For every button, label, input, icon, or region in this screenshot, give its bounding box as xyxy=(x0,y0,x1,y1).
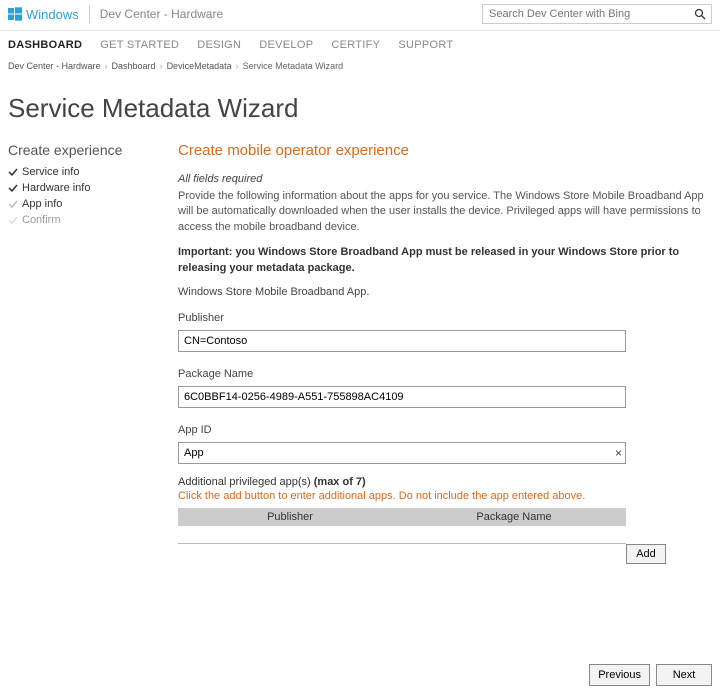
section-title: Create mobile operator experience xyxy=(178,142,712,159)
clear-icon[interactable]: × xyxy=(615,446,622,460)
step-label: App info xyxy=(22,198,62,210)
publisher-input[interactable] xyxy=(178,330,626,352)
step-label: Hardware info xyxy=(22,182,90,194)
windows-icon xyxy=(8,7,22,21)
search-input[interactable] xyxy=(483,6,689,22)
subnote: Windows Store Mobile Broadband App. xyxy=(178,286,712,298)
crumb-current: Service Metadata Wizard xyxy=(243,61,344,71)
crumb-devicemetadata[interactable]: DeviceMetadata xyxy=(167,61,232,71)
additional-apps-hint: Click the add button to enter additional… xyxy=(178,490,712,502)
step-app-info[interactable]: App info xyxy=(8,196,178,212)
nav-design[interactable]: DESIGN xyxy=(197,39,241,51)
logo-text: Windows xyxy=(26,7,79,22)
footer: Previous Next xyxy=(0,664,720,696)
additional-apps-table: Publisher Package Name xyxy=(178,508,626,545)
additional-apps-label: Additional privileged app(s) (max of 7) xyxy=(178,476,712,488)
nav-certify[interactable]: CERTIFY xyxy=(331,39,380,51)
publisher-label: Publisher xyxy=(178,312,712,324)
col-package-name: Package Name xyxy=(402,508,626,526)
intro-text: Provide the following information about … xyxy=(178,189,712,235)
search-box xyxy=(482,4,712,24)
breadcrumb: Dev Center - Hardware › Dashboard › Devi… xyxy=(0,57,720,77)
sidebar-title: Create experience xyxy=(8,142,178,158)
sidebar: Create experience Service info Hardware … xyxy=(8,142,178,564)
nav-develop[interactable]: DEVELOP xyxy=(259,39,313,51)
primary-nav: DASHBOARD GET STARTED DESIGN DEVELOP CER… xyxy=(0,31,720,57)
crumb-dev-center[interactable]: Dev Center - Hardware xyxy=(8,61,101,71)
step-label: Confirm xyxy=(22,214,61,226)
top-bar: Windows Dev Center - Hardware xyxy=(0,0,720,31)
crumb-sep: › xyxy=(236,61,239,71)
wizard-steps: Service info Hardware info App info Conf… xyxy=(8,164,178,228)
app-id-input[interactable] xyxy=(178,442,626,464)
package-name-label: Package Name xyxy=(178,368,712,380)
search-button[interactable] xyxy=(689,5,711,23)
crumb-dashboard[interactable]: Dashboard xyxy=(112,61,156,71)
package-name-input[interactable] xyxy=(178,386,626,408)
windows-logo[interactable]: Windows xyxy=(8,7,79,22)
step-label: Service info xyxy=(22,166,79,178)
check-icon xyxy=(8,199,18,209)
step-confirm[interactable]: Confirm xyxy=(8,212,178,228)
check-icon xyxy=(8,183,18,193)
search-icon xyxy=(694,8,706,20)
nav-support[interactable]: SUPPORT xyxy=(398,39,453,51)
header-divider xyxy=(89,5,90,23)
check-icon xyxy=(8,215,18,225)
portal-name[interactable]: Dev Center - Hardware xyxy=(100,7,223,21)
col-publisher: Publisher xyxy=(178,508,402,526)
required-note: All fields required xyxy=(178,173,712,185)
add-button[interactable]: Add xyxy=(626,544,666,564)
important-note: Important: you Windows Store Broadband A… xyxy=(178,245,712,276)
table-row xyxy=(178,526,626,544)
nav-dashboard[interactable]: DASHBOARD xyxy=(8,39,82,51)
main-content: Create mobile operator experience All fi… xyxy=(178,142,712,564)
crumb-sep: › xyxy=(105,61,108,71)
nav-get-started[interactable]: GET STARTED xyxy=(100,39,179,51)
app-id-label: App ID xyxy=(178,424,712,436)
crumb-sep: › xyxy=(160,61,163,71)
check-icon xyxy=(8,167,18,177)
previous-button[interactable]: Previous xyxy=(589,664,650,686)
next-button[interactable]: Next xyxy=(656,664,712,686)
step-service-info[interactable]: Service info xyxy=(8,164,178,180)
step-hardware-info[interactable]: Hardware info xyxy=(8,180,178,196)
page-title: Service Metadata Wizard xyxy=(0,77,720,142)
